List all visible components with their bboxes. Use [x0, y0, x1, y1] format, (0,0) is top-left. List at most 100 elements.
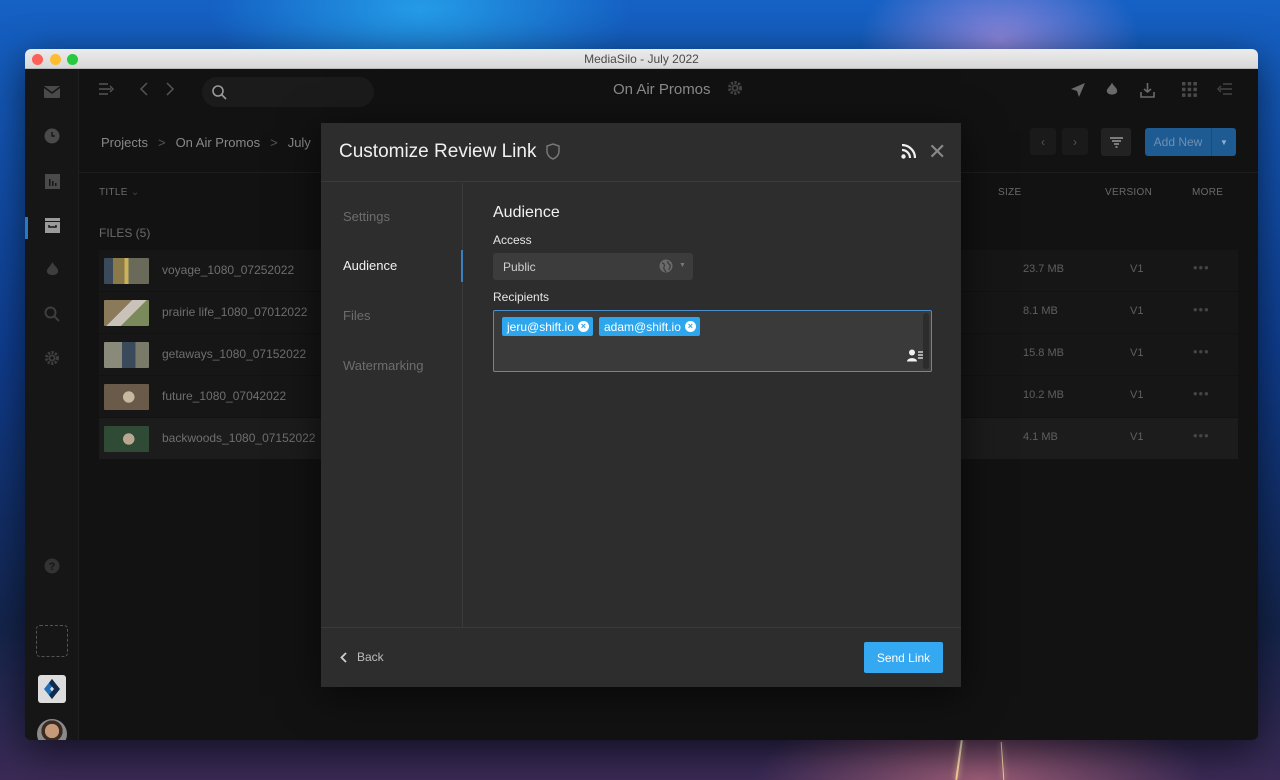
breadcrumb: Projects > On Air Promos > July — [101, 135, 311, 150]
breadcrumb-on-air-promos[interactable]: On Air Promos — [176, 135, 261, 150]
add-new-label[interactable]: Add New — [1145, 128, 1212, 156]
file-version: V1 — [1130, 305, 1144, 317]
back-label: Back — [357, 650, 384, 664]
user-avatar[interactable] — [37, 719, 67, 740]
svg-text:?: ? — [49, 561, 56, 573]
nav-active-indicator — [461, 250, 463, 282]
inbox-icon[interactable] — [43, 83, 61, 101]
more-options-icon[interactable]: ••• — [1193, 386, 1210, 401]
left-rail: ? — [25, 69, 79, 740]
recipient-email: adam@shift.io — [604, 319, 681, 334]
file-version: V1 — [1130, 431, 1144, 443]
zoom-window-button[interactable] — [67, 54, 78, 65]
nav-watermarking[interactable]: Watermarking — [343, 358, 423, 373]
grid-view-icon[interactable] — [1182, 82, 1197, 102]
prev-page-button[interactable]: ‹ — [1030, 128, 1056, 155]
add-new-button[interactable]: Add New ▼ — [1145, 128, 1236, 156]
chevron-down-icon: ⌄ — [130, 187, 140, 198]
nav-settings[interactable]: Settings — [343, 209, 390, 224]
back-arrow-icon[interactable] — [139, 82, 149, 101]
file-size: 15.8 MB — [1023, 347, 1064, 359]
files-count-label: FILES (5) — [99, 226, 151, 240]
breadcrumb-separator: > — [157, 135, 166, 150]
rss-feed-icon[interactable] — [901, 143, 917, 164]
clock-icon[interactable] — [43, 127, 61, 145]
filter-icon — [1109, 136, 1123, 148]
access-select[interactable]: Public ▼ — [493, 253, 693, 280]
modal-footer: Back Send Link — [321, 627, 961, 687]
send-link-button[interactable]: Send Link — [864, 642, 943, 673]
file-thumbnail — [104, 426, 149, 452]
column-header-size[interactable]: SIZE — [998, 187, 1021, 198]
file-size: 4.1 MB — [1023, 431, 1058, 443]
file-version: V1 — [1130, 347, 1144, 359]
search-icon — [212, 85, 227, 100]
file-name: prairie life_1080_07012022 — [162, 305, 308, 319]
analytics-icon[interactable] — [43, 172, 61, 190]
collapse-panel-icon[interactable] — [1216, 82, 1232, 101]
breadcrumb-july[interactable]: July — [288, 135, 311, 150]
file-size: 23.7 MB — [1023, 263, 1064, 275]
column-header-version[interactable]: VERSION — [1105, 187, 1152, 198]
chevron-left-icon — [340, 651, 347, 663]
access-value: Public — [503, 260, 536, 274]
file-thumbnail — [104, 300, 149, 326]
more-options-icon[interactable]: ••• — [1193, 428, 1210, 443]
window-title: MediaSilo - July 2022 — [584, 52, 699, 66]
customize-review-link-modal: Customize Review Link ✕ Settings Audienc… — [321, 123, 961, 687]
more-options-icon[interactable]: ••• — [1193, 260, 1210, 275]
remove-recipient-icon[interactable]: × — [577, 321, 589, 332]
filter-button[interactable] — [1101, 128, 1131, 156]
file-thumbnail — [104, 258, 149, 284]
project-title: On Air Promos — [613, 81, 711, 98]
chevron-down-icon: ▼ — [679, 262, 686, 269]
minimize-window-button[interactable] — [50, 54, 61, 65]
title-bar: MediaSilo - July 2022 — [25, 49, 1258, 69]
workspace-logo[interactable] — [38, 675, 66, 703]
breadcrumb-projects[interactable]: Projects — [101, 135, 148, 150]
contacts-icon[interactable] — [907, 349, 923, 367]
nav-files[interactable]: Files — [343, 308, 370, 323]
more-options-icon[interactable]: ••• — [1193, 344, 1210, 359]
modal-header: Customize Review Link ✕ — [321, 123, 961, 182]
top-bar: On Air Promos — [79, 69, 1258, 114]
shield-icon[interactable] — [546, 143, 560, 165]
remove-recipient-icon[interactable]: × — [684, 321, 696, 332]
project-settings-icon[interactable] — [727, 80, 743, 101]
flame-icon[interactable] — [43, 260, 61, 278]
file-version: V1 — [1130, 263, 1144, 275]
rail-active-indicator — [25, 217, 28, 239]
file-thumbnail — [104, 384, 149, 410]
collapse-sidebar-icon[interactable] — [99, 82, 115, 101]
file-thumbnail — [104, 342, 149, 368]
search-icon[interactable] — [43, 305, 61, 323]
recipients-scrollbar[interactable] — [923, 313, 929, 369]
access-label: Access — [493, 233, 532, 247]
flame-icon[interactable] — [1106, 82, 1118, 102]
recipients-input[interactable]: jeru@shift.io × adam@shift.io × — [493, 310, 932, 372]
recipient-chip: jeru@shift.io × — [502, 317, 593, 336]
file-name: voyage_1080_07252022 — [162, 263, 295, 277]
breadcrumb-separator: > — [270, 135, 278, 150]
forward-arrow-icon[interactable] — [165, 82, 175, 101]
globe-icon — [659, 259, 673, 278]
more-options-icon[interactable]: ••• — [1193, 302, 1210, 317]
back-button[interactable]: Back — [340, 650, 384, 664]
add-new-dropdown-icon[interactable]: ▼ — [1212, 128, 1236, 156]
add-workspace-placeholder[interactable] — [36, 625, 68, 657]
gear-icon[interactable] — [43, 349, 61, 367]
help-icon[interactable]: ? — [43, 557, 61, 575]
nav-audience[interactable]: Audience — [343, 258, 397, 273]
recipient-chip: adam@shift.io × — [599, 317, 700, 336]
search-input[interactable] — [202, 77, 374, 107]
column-header-title[interactable]: TITLE ⌄ — [99, 187, 140, 198]
send-icon[interactable] — [1070, 82, 1086, 103]
close-icon[interactable]: ✕ — [928, 141, 946, 163]
modal-title: Customize Review Link — [339, 141, 537, 162]
projects-icon[interactable] — [43, 216, 61, 234]
download-icon[interactable] — [1140, 82, 1155, 103]
next-page-button[interactable]: › — [1062, 128, 1088, 155]
recipients-label: Recipients — [493, 290, 550, 304]
close-window-button[interactable] — [32, 54, 43, 65]
file-name: backwoods_1080_07152022 — [162, 431, 316, 445]
